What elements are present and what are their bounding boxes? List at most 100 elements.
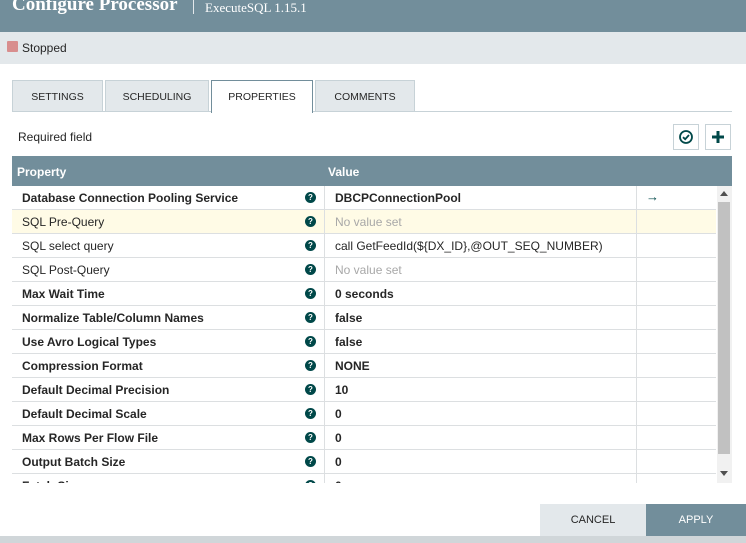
property-value[interactable]: DBCPConnectionPool [335,191,461,205]
property-name: Fetch Size [22,479,81,483]
scroll-down-arrow-icon[interactable] [720,471,728,476]
help-icon[interactable]: ? [305,408,316,419]
help-icon[interactable]: ? [305,264,316,275]
property-value[interactable]: false [335,311,362,325]
help-icon[interactable]: ? [305,336,316,347]
property-value[interactable]: call GetFeedId(${DX_ID},@OUT_SEQ_NUMBER) [335,239,603,253]
tab-divider [12,111,732,112]
property-value[interactable]: NONE [335,359,370,373]
cancel-button[interactable]: CANCEL [540,504,646,536]
column-divider [636,234,637,258]
required-field-label: Required field [18,130,93,144]
table-row[interactable]: Max Rows Per Flow File? 0 [12,426,716,450]
column-divider [636,330,637,354]
tab-settings[interactable]: SETTINGS [12,80,103,111]
plus-icon [712,131,724,143]
dialog-header: Configure Processor ExecuteSQL 1.15.1 [0,0,746,32]
property-name: Database Connection Pooling Service [22,191,239,205]
table-row[interactable]: Max Wait Time? 0 seconds [12,282,716,306]
help-icon[interactable]: ? [305,360,316,371]
column-divider [636,474,637,483]
property-name: Normalize Table/Column Names [22,311,204,325]
property-value[interactable]: No value set [335,215,402,229]
property-name: Default Decimal Scale [22,407,147,421]
help-icon[interactable]: ? [305,240,316,251]
property-value[interactable]: No value set [335,263,402,277]
table-row[interactable]: Output Batch Size? 0 [12,450,716,474]
table-scrollbar[interactable] [717,186,732,483]
column-divider [636,258,637,282]
table-row[interactable]: Database Connection Pooling Service? DBCP… [12,186,716,210]
property-name: SQL Pre-Query [22,215,105,229]
column-divider [324,354,325,378]
column-divider [324,306,325,330]
property-name: Max Rows Per Flow File [22,431,159,445]
column-divider [324,426,325,450]
property-value[interactable]: 0 [335,431,342,445]
background-canvas-strip [0,536,746,543]
table-row[interactable]: Default Decimal Scale? 0 [12,402,716,426]
help-icon[interactable]: ? [305,216,316,227]
status-label: Stopped [22,41,67,55]
apply-button[interactable]: APPLY [646,504,746,536]
column-divider [324,234,325,258]
column-divider [324,450,325,474]
property-value[interactable]: 0 [335,479,342,483]
help-icon[interactable]: ? [305,192,316,203]
column-divider [324,330,325,354]
column-divider [636,306,637,330]
property-value[interactable]: 0 [335,407,342,421]
table-row[interactable]: SQL select query? call GetFeedId(${DX_ID}… [12,234,716,258]
column-divider [636,426,637,450]
status-bar: Stopped [0,32,746,64]
title-divider [193,0,194,14]
column-divider [636,354,637,378]
go-to-service-arrow-icon[interactable]: → [646,189,659,204]
property-name: SQL Post-Query [22,263,110,277]
property-name: SQL select query [22,239,114,253]
properties-table-body: Database Connection Pooling Service? DBCP… [12,186,716,483]
property-name: Output Batch Size [22,455,126,469]
table-row[interactable]: Default Decimal Precision? 10 [12,378,716,402]
tab-comments[interactable]: COMMENTS [315,80,415,111]
help-icon[interactable]: ? [305,288,316,299]
table-row[interactable]: SQL Pre-Query? No value set [12,210,716,234]
scrollbar-thumb[interactable] [718,202,730,454]
dialog-title: Configure Processor [12,0,178,15]
column-divider [636,186,637,210]
column-divider [636,450,637,474]
help-icon[interactable]: ? [305,312,316,323]
table-row[interactable]: Normalize Table/Column Names? false [12,306,716,330]
help-icon[interactable]: ? [305,432,316,443]
check-circle-icon [679,130,693,144]
tab-scheduling[interactable]: SCHEDULING [105,80,209,111]
column-divider [324,282,325,306]
column-divider [324,210,325,234]
property-name: Max Wait Time [22,287,105,301]
tab-properties[interactable]: PROPERTIES [211,80,313,113]
property-value[interactable]: 10 [335,383,348,397]
help-icon[interactable]: ? [305,456,316,467]
table-row[interactable]: Fetch Size? 0 [12,474,716,483]
property-value[interactable]: false [335,335,362,349]
property-column-header: Property [17,165,67,179]
property-name: Compression Format [22,359,143,373]
add-property-button[interactable] [705,124,731,150]
help-icon[interactable]: ? [305,480,316,483]
column-divider [324,186,325,210]
property-value[interactable]: 0 [335,455,342,469]
property-value[interactable]: 0 seconds [335,287,394,301]
column-divider [324,378,325,402]
table-row[interactable]: SQL Post-Query? No value set [12,258,716,282]
table-row[interactable]: Use Avro Logical Types? false [12,330,716,354]
column-divider [636,402,637,426]
property-name: Use Avro Logical Types [22,335,157,349]
value-column-header: Value [328,165,360,179]
verify-properties-button[interactable] [673,124,699,150]
processor-type: ExecuteSQL 1.15.1 [205,0,307,15]
scroll-up-arrow-icon[interactable] [720,191,728,196]
table-row[interactable]: Compression Format? NONE [12,354,716,378]
column-divider [324,474,325,483]
column-divider [636,210,637,234]
help-icon[interactable]: ? [305,384,316,395]
